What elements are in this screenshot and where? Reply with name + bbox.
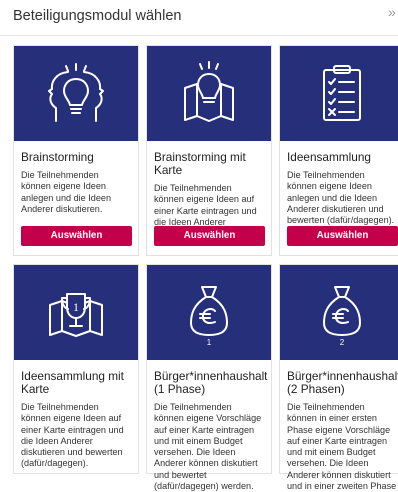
module-image: 1 [14,265,138,360]
module-description: Die Teilnehmenden können eigene Ideen an… [21,170,112,214]
svg-text:1: 1 [73,300,79,314]
module-card-buergerhaushalt-1[interactable]: 1 Bürger*innenhaushalt (1 Phase) Die Tei… [146,264,272,491]
module-name: Brainstorming [21,150,94,164]
module-image [280,46,398,141]
map-trophy-icon: 1 [49,293,103,337]
module-card-ideensammlung-map[interactable]: 1 Ideensammlung mit Karte Die Teilnehmen… [13,264,139,474]
dialog-title: Beteiligungsmodul wählen [13,8,182,24]
module-name: Bürger*innenhaushalt (1 Phase) [154,369,268,396]
checklist-clipboard-icon [323,65,361,121]
module-name: Ideensammlung mit Karte [21,369,124,396]
module-description: Die Teilnehmenden können eigene Vorschlä… [154,402,262,492]
module-image: 1 [147,265,271,360]
map-lightbulb-icon [184,61,234,122]
module-card-brainstorming-map[interactable]: Brainstorming mit Karte Die Teilnehmende… [146,45,272,256]
select-button[interactable]: Auswählen [287,226,398,246]
module-name: Brainstorming mit Karte [154,150,246,177]
module-name: Ideensammlung [287,150,371,164]
close-icon[interactable]: » [388,5,396,19]
module-description: Die Teilnehmenden können eigene Ideen an… [287,170,395,226]
module-image [147,46,271,141]
heads-lightbulb-icon [48,63,104,122]
module-name: Bürger*innenhaushalt (2 Phasen) [287,369,398,396]
select-button[interactable]: Auswählen [154,226,265,246]
dialog-header: Beteiligungsmodul wählen » [0,0,398,36]
phase-number: 1 [206,338,212,347]
select-button[interactable]: Auswählen [21,226,132,246]
phase-number: 2 [339,338,345,347]
module-image [14,46,138,141]
module-card-buergerhaushalt-2[interactable]: 2 Bürger*innenhaushalt (2 Phasen) Die Te… [279,264,398,491]
module-card-ideensammlung[interactable]: Ideensammlung Die Teilnehmenden können e… [279,45,398,256]
module-image: 2 [280,265,398,360]
module-card-brainstorming[interactable]: Brainstorming Die Teilnehmenden können e… [13,45,139,256]
module-description: Die Teilnehmenden können in einer ersten… [287,402,397,492]
header-divider [0,35,398,36]
module-description: Die Teilnehmenden können eigene Ideen au… [21,402,124,469]
